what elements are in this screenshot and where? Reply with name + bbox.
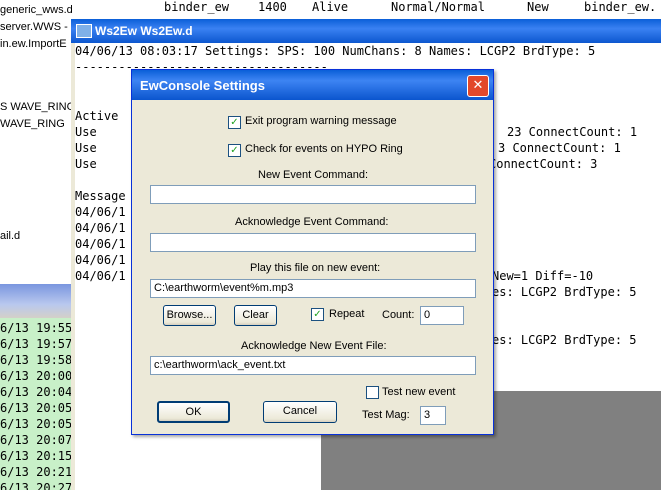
- ws2ew-titlebar[interactable]: Ws2Ew Ws2Ew.d: [71, 19, 661, 43]
- module-state: Alive: [312, 0, 349, 14]
- console-line: 3 ConnectCount: 1: [498, 141, 621, 155]
- list-item[interactable]: S WAVE_RING: [0, 101, 75, 113]
- play-file-label: Play this file on new event:: [250, 262, 381, 274]
- console-line: New=1 Diff=-10: [492, 269, 594, 283]
- ack-event-command-input[interactable]: [150, 233, 476, 252]
- list-item[interactable]: in.ew.ImportE: [0, 38, 67, 50]
- console-line: Use: [75, 157, 97, 171]
- ack-file-label: Acknowledge New Event File:: [241, 340, 387, 352]
- test-new-event-checkbox[interactable]: [366, 386, 379, 399]
- repeat-label: Repeat: [329, 308, 365, 320]
- console-line: 04/06/1: [75, 269, 126, 283]
- browse-button[interactable]: Browse...: [163, 305, 216, 326]
- window-title: Ws2Ew Ws2Ew.d: [95, 24, 193, 38]
- test-mag-input[interactable]: 3: [420, 406, 446, 425]
- module-flag: New: [527, 0, 549, 14]
- console-app-icon: [76, 24, 92, 38]
- test-mag-label: Test Mag:: [362, 409, 410, 421]
- close-icon: ✕: [472, 78, 484, 93]
- console-line: ConnectCount: 3: [489, 157, 598, 171]
- list-item[interactable]: ail.d: [0, 230, 20, 242]
- ack-file-input[interactable]: c:\earthworm\ack_event.txt: [150, 356, 476, 375]
- repeat-checkbox[interactable]: ✓: [311, 308, 324, 321]
- status-strip: binder_ew 1400 Alive Normal/Normal New b…: [80, 0, 661, 18]
- exit-warning-label: Exit program warning message: [245, 115, 397, 127]
- checkmark-icon: ✓: [230, 117, 239, 128]
- console-line: Active: [75, 109, 119, 123]
- module-status: Normal/Normal: [391, 0, 485, 14]
- play-file-input[interactable]: C:\earthworm\event%m.mp3: [150, 279, 476, 298]
- console-line: Use: [75, 141, 97, 155]
- console-line: Message: [75, 189, 126, 203]
- test-new-event-label: Test new event: [382, 386, 456, 398]
- settings-dialog: EwConsole Settings ✕ ✓ Exit program warn…: [131, 69, 494, 435]
- new-event-command-input[interactable]: [150, 185, 476, 204]
- checkmark-icon: ✓: [313, 309, 322, 320]
- console-line: Use: [75, 125, 97, 139]
- console-line: 04/06/1: [75, 253, 126, 267]
- console-line: 04/06/1: [75, 237, 126, 251]
- cancel-button[interactable]: Cancel: [263, 401, 337, 423]
- console-line: 04/06/1: [75, 221, 126, 235]
- clear-button[interactable]: Clear: [234, 305, 277, 326]
- check-hypo-checkbox[interactable]: ✓: [228, 144, 241, 157]
- console-line: es: LCGP2 BrdType: 5: [492, 333, 637, 347]
- list-item[interactable]: generic_wws.d: [0, 4, 73, 16]
- list-item[interactable]: server.WWS -: [0, 21, 68, 33]
- count-input[interactable]: 0: [420, 306, 464, 325]
- close-button[interactable]: ✕: [467, 75, 489, 97]
- module-name: binder_ew: [164, 0, 230, 14]
- dialog-titlebar[interactable]: EwConsole Settings ✕: [132, 70, 493, 100]
- check-hypo-label: Check for events on HYPO Ring: [245, 143, 403, 155]
- new-event-command-label: New Event Command:: [258, 169, 369, 181]
- exit-warning-checkbox[interactable]: ✓: [228, 116, 241, 129]
- module-id: 1400: [258, 0, 287, 14]
- ok-button[interactable]: OK: [157, 401, 230, 423]
- console-line: 04/06/13 08:03:17 Settings: SPS: 100 Num…: [75, 44, 596, 58]
- console-line: es: LCGP2 BrdType: 5: [492, 285, 637, 299]
- checkmark-icon: ✓: [230, 145, 239, 156]
- list-item[interactable]: WAVE_RING: [0, 118, 65, 130]
- module-config: binder_ew.: [584, 0, 657, 14]
- ack-event-command-label: Acknowledge Event Command:: [235, 216, 389, 228]
- left-file-list: generic_wws.d server.WWS - in.ew.ImportE…: [0, 0, 80, 290]
- count-label: Count:: [382, 309, 415, 321]
- console-line: 23 ConnectCount: 1: [507, 125, 638, 139]
- console-line: 04/06/1: [75, 205, 126, 219]
- dialog-title: EwConsole Settings: [140, 78, 265, 93]
